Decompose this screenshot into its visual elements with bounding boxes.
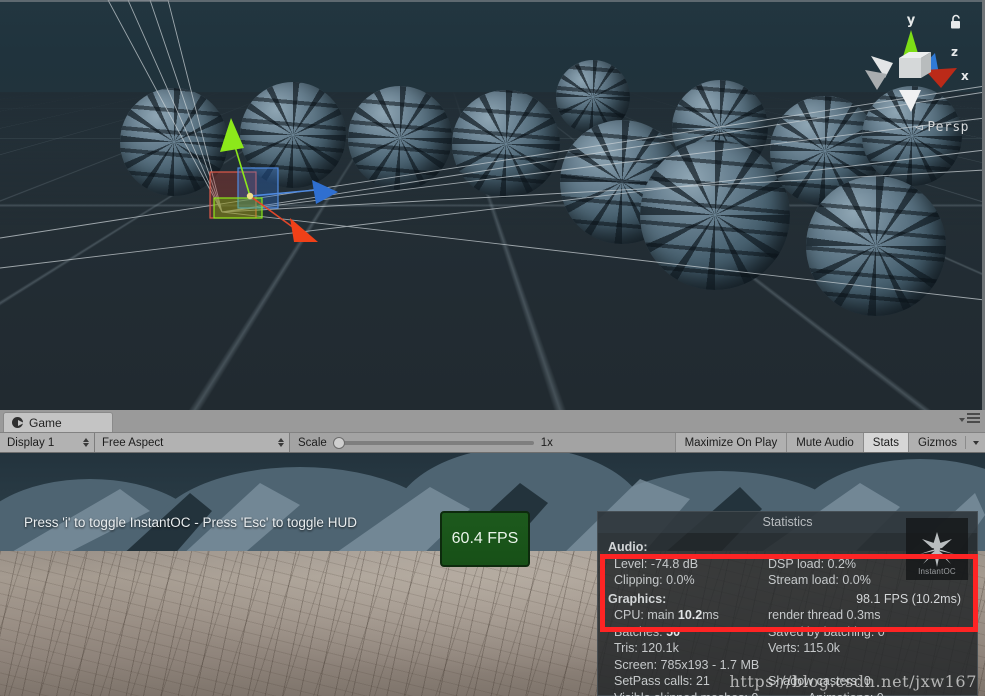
tab-game[interactable]: Game xyxy=(3,412,113,432)
scale-control[interactable]: Scale 1x xyxy=(290,433,561,452)
mute-audio-label: Mute Audio xyxy=(796,436,854,449)
tab-game-label: Game xyxy=(29,415,62,430)
aspect-dropdown[interactable]: Free Aspect xyxy=(95,433,290,452)
gizmos-button[interactable]: Gizmos xyxy=(908,433,985,452)
stats-button[interactable]: Stats xyxy=(862,433,909,452)
game-tab-icon xyxy=(12,417,24,428)
game-panel: Game Display 1 Free Aspect Scale 1x Maxi… xyxy=(0,410,985,696)
lock-open-icon[interactable] xyxy=(949,14,963,30)
game-render-view[interactable]: Press 'i' to toggle InstantOC - Press 'E… xyxy=(0,453,985,696)
chevron-updown-icon xyxy=(278,438,284,447)
hud-hint-text: Press 'i' to toggle InstantOC - Press 'E… xyxy=(24,515,357,530)
graphics-heading-row: Graphics: 98.1 FPS (10.2ms) xyxy=(608,591,977,608)
graphics-row-batches: Batches: 50 Saved by batching: 0 xyxy=(608,624,977,641)
scale-value: 1x xyxy=(540,436,553,449)
svg-text:z: z xyxy=(951,45,958,59)
panel-options-icon[interactable] xyxy=(959,413,980,423)
gizmos-label: Gizmos xyxy=(918,436,957,449)
scale-label: Scale xyxy=(298,436,327,449)
audio-clipping: Clipping: 0.0% xyxy=(614,573,695,587)
maximize-on-play-label: Maximize On Play xyxy=(684,436,778,449)
scene-object-sphere[interactable] xyxy=(452,90,560,198)
chevron-down-icon[interactable] xyxy=(965,436,979,449)
instantoc-starburst-icon xyxy=(917,529,957,569)
scene-sky xyxy=(0,0,985,96)
maximize-on-play-button[interactable]: Maximize On Play xyxy=(674,433,787,452)
scene-view[interactable]: y z x ◅ Persp xyxy=(0,0,985,410)
graphics-cpu-main: CPU: main 10.2ms xyxy=(614,608,719,622)
watermark-text: https://blog.csdn.net/jxw167 xyxy=(729,672,977,691)
graphics-row-tris: Tris: 120.1k Verts: 115.0k xyxy=(608,640,977,657)
hud-fps-badge: 60.4 FPS xyxy=(440,511,530,567)
game-toolbar: Display 1 Free Aspect Scale 1x Maximize … xyxy=(0,432,985,453)
graphics-tris: Tris: 120.1k xyxy=(614,641,679,655)
graphics-saved-by-batching: Saved by batching: 0 xyxy=(768,624,885,639)
graphics-verts: Verts: 115.0k xyxy=(768,641,841,655)
scene-projection-label[interactable]: ◅ Persp xyxy=(915,120,969,135)
game-tab-row: Game xyxy=(0,410,985,432)
transform-move-gizmo[interactable] xyxy=(198,110,348,260)
graphics-screen: Screen: 785x193 - 1.7 MB xyxy=(614,657,760,672)
graphics-batches: Batches: 50 xyxy=(614,624,681,639)
display-dropdown[interactable]: Display 1 xyxy=(0,433,95,452)
unity-editor-window: y z x ◅ Persp Game Display 1 Free Aspect… xyxy=(0,0,985,696)
scene-object-sphere[interactable] xyxy=(640,140,790,290)
instantoc-logo-label: InstantOC xyxy=(918,567,956,576)
graphics-row-cpu: CPU: main 10.2ms render thread 0.3ms xyxy=(608,607,977,624)
display-dropdown-value: Display 1 xyxy=(7,436,55,449)
toolbar-spacer xyxy=(560,433,675,452)
scene-top-divider xyxy=(0,0,985,2)
scene-object-sphere[interactable] xyxy=(806,176,946,316)
scene-object-sphere[interactable] xyxy=(348,86,452,190)
scale-slider[interactable] xyxy=(332,436,534,449)
persp-arrow-icon: ◅ xyxy=(915,120,924,135)
stats-label: Stats xyxy=(872,436,900,449)
statistics-window: Statistics InstantOC Audio: Level: -74.8… xyxy=(597,511,978,696)
aspect-dropdown-value: Free Aspect xyxy=(102,436,164,449)
svg-text:y: y xyxy=(907,13,916,28)
mute-audio-button[interactable]: Mute Audio xyxy=(786,433,863,452)
instantoc-logo: InstantOC xyxy=(906,518,968,580)
graphics-fps: 98.1 FPS (10.2ms) xyxy=(856,591,961,606)
svg-text:x: x xyxy=(961,69,969,83)
audio-level: Level: -74.8 dB xyxy=(614,556,699,571)
graphics-render-thread: render thread 0.3ms xyxy=(768,608,881,622)
chevron-updown-icon xyxy=(83,438,89,447)
graphics-heading: Graphics: xyxy=(608,591,667,606)
